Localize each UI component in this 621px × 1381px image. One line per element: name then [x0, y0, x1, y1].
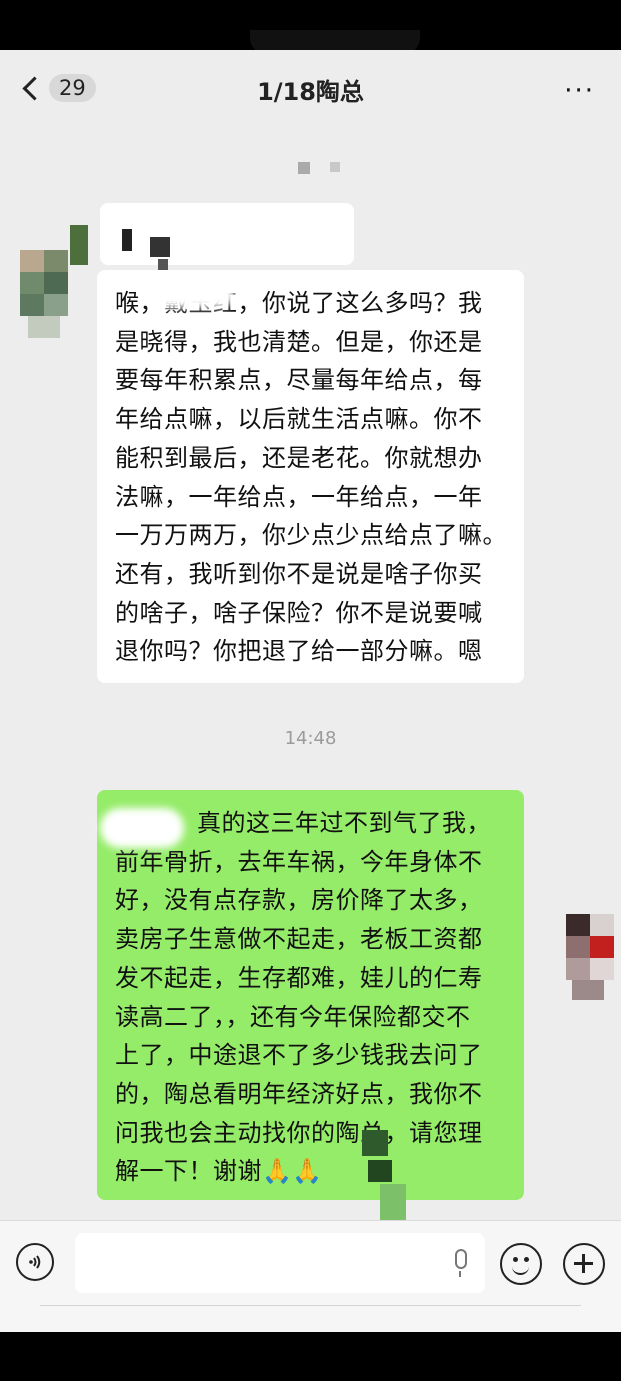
composer-bar — [0, 1220, 621, 1337]
pixelated-fragment — [362, 1130, 388, 1156]
message-line: 的啥子，啥子保险？你不是说要喊 — [115, 598, 483, 627]
message-timestamp: 14:48 — [284, 728, 337, 749]
contact-avatar[interactable] — [20, 250, 68, 338]
pixelated-fragment — [330, 162, 340, 172]
plus-icon[interactable] — [563, 1243, 605, 1285]
more-options-button[interactable]: ··· — [564, 76, 595, 106]
outgoing-message-bubble[interactable]: 真的这三年过不到气了我， 前年骨折，去年车祸，今年身体不 好，没有点存款，房价降… — [97, 790, 524, 1200]
sender-name-redacted — [100, 203, 354, 271]
my-avatar[interactable] — [566, 914, 614, 1000]
message-line: 好，没有点存款，房价降了太多， — [115, 886, 483, 915]
chat-header: 29 1/18陶总 ··· — [0, 50, 621, 130]
message-line: 退你吗？你把退了给一部分嘛。嗯 — [115, 637, 483, 666]
message-line: 年给点嘛，以后就生活点嘛。你不 — [115, 405, 483, 434]
chat-title: 1/18陶总 — [257, 78, 364, 106]
message-line: 的，陶总看明年经济好点，我你不 — [115, 1079, 483, 1108]
emoji-icon[interactable] — [500, 1243, 542, 1285]
mic-stand — [459, 1271, 461, 1277]
divider — [40, 1305, 581, 1306]
message-line: 前年骨折，去年车祸，今年身体不 — [115, 847, 483, 876]
incoming-message-bubble[interactable]: 喉，戴玉红，你说了这么多吗？我 是晓得，我也清楚。但是，你还是 要每年积累点，尽… — [97, 270, 524, 683]
pixelated-fragment — [380, 1184, 406, 1224]
voice-icon[interactable] — [16, 1243, 54, 1281]
message-line: 上了，中途退不了多少钱我去问了 — [115, 1041, 483, 1070]
message-line: 要每年积累点，尽量每年给点，每 — [115, 366, 483, 395]
mic-icon[interactable] — [455, 1249, 467, 1269]
pixelated-fragment — [298, 162, 310, 174]
navigation-bar — [0, 1332, 621, 1381]
message-line: 卖房子生意做不起走，老板工资都 — [115, 925, 483, 954]
message-line: 能积到最后，还是老花。你就想办 — [115, 443, 483, 472]
message-line: 读高二了，，还有今年保险都交不 — [115, 1002, 471, 1031]
message-line: 发不起走，生存都难，娃儿的仁寿 — [115, 963, 483, 992]
redaction-smear — [150, 280, 235, 308]
message-line: 是晓得，我也清楚。但是，你还是 — [115, 327, 483, 356]
message-line: 还有，我听到你不是说是啥子你买 — [115, 559, 483, 588]
redaction-smear — [100, 808, 184, 848]
message-line: 问我也会主动找你的陶总，请您理 — [115, 1118, 483, 1147]
message-line: 法嘛，一年给点，一年给点，一年 — [115, 482, 483, 511]
pixelated-fragment — [368, 1160, 392, 1182]
pixelated-fragment — [70, 225, 88, 265]
message-line: 解一下！谢谢🙏🙏 — [115, 1157, 323, 1186]
message-line: 一万万两万，你少点少点给点了嘛。 — [115, 521, 507, 550]
message-input[interactable] — [75, 1233, 485, 1293]
